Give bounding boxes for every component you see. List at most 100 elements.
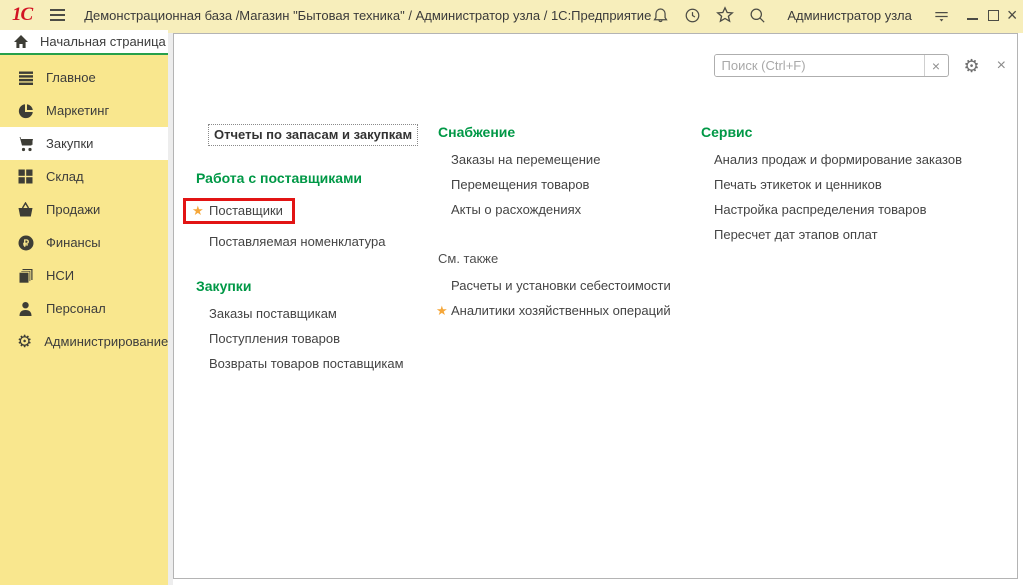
section-title-supply: Снабжение: [438, 124, 701, 140]
menu-link-label: Аналитики хозяйственных операций: [451, 303, 671, 318]
menu-link[interactable]: Заказы поставщикам: [196, 301, 438, 326]
minimize-button[interactable]: [967, 4, 978, 26]
sidebar-item-nsi[interactable]: НСИ: [0, 259, 168, 292]
app-window: 1С Демонстрационная база /Магазин "Бытов…: [0, 0, 1023, 585]
sidebar-item-warehouse[interactable]: Склад: [0, 160, 168, 193]
menu-link[interactable]: Заказы на перемещение: [438, 147, 701, 172]
sidebar-item-label: Персонал: [46, 301, 106, 316]
sidebar-item-purchases[interactable]: Закупки: [0, 127, 168, 160]
section-title-suppliers-work: Работа с поставщиками: [196, 170, 438, 186]
content-columns: Отчеты по запасам и закупкам Работа с пос…: [196, 124, 1005, 376]
favorite-star-icon: ★: [436, 303, 452, 318]
section-supply: Снабжение Заказы на перемещение Перемещени…: [438, 124, 701, 222]
menu-link[interactable]: Поступления товаров: [196, 326, 438, 351]
content-column-2: Снабжение Заказы на перемещение Перемещени…: [438, 124, 701, 376]
link-reports[interactable]: Отчеты по запасам и закупкам: [208, 124, 418, 146]
search-box: ×: [714, 54, 949, 77]
menu-link[interactable]: Пересчет дат этапов оплат: [701, 222, 1005, 247]
section-purchases: Закупки Заказы поставщикам Поступления тов…: [196, 278, 438, 376]
menu-link-label: Поступления товаров: [209, 331, 340, 346]
sidebar-item-administration[interactable]: ⚙ Администрирование: [0, 325, 168, 358]
menu-link-label: Поставляемая номенклатура: [209, 234, 385, 249]
search-clear-icon[interactable]: ×: [924, 55, 948, 76]
main-menu-icon[interactable]: [50, 9, 65, 21]
function-panel: × ⚙ × Отчеты по запасам и закупкам Работа…: [173, 33, 1018, 579]
search-input[interactable]: [715, 55, 924, 76]
close-window-button[interactable]: ×: [1007, 4, 1018, 26]
sidebar-item-main[interactable]: Главное: [0, 61, 168, 94]
titlebar: 1С Демонстрационная база /Магазин "Бытов…: [0, 0, 1023, 30]
main-area: × ⚙ × Отчеты по запасам и закупкам Работа…: [168, 30, 1023, 585]
ruble-circle-icon: ₽: [17, 234, 34, 251]
menu-link[interactable]: Печать этикеток и ценников: [701, 172, 1005, 197]
menu-link-label: Расчеты и установки себестоимости: [451, 278, 671, 293]
notifications-bell-icon[interactable]: [651, 5, 670, 25]
menu-link[interactable]: Акты о расхождениях: [438, 197, 701, 222]
svg-text:₽: ₽: [22, 238, 29, 249]
section-suppliers-work: Работа с поставщиками★ПоставщикиПоставля…: [196, 170, 438, 254]
menu-link-label: Пересчет дат этапов оплат: [714, 227, 878, 242]
sidebar-item-label: Финансы: [46, 235, 101, 250]
cart-icon: [17, 135, 34, 152]
sidebar-item-sales[interactable]: Продажи: [0, 193, 168, 226]
menu-link[interactable]: Поставляемая номенклатура: [196, 229, 438, 254]
menu-link[interactable]: ★Поставщики: [183, 193, 438, 229]
sidebar-item-personnel[interactable]: Персонал: [0, 292, 168, 325]
menu-lines-icon: [17, 69, 34, 86]
favorites-star-icon[interactable]: [715, 5, 735, 25]
sidebar-item-label: Маркетинг: [46, 103, 109, 118]
menu-link-label: Возвраты товаров поставщикам: [209, 356, 404, 371]
service-menu-icon[interactable]: [932, 5, 951, 25]
gear-icon: ⚙: [17, 333, 32, 350]
menu-link[interactable]: Анализ продаж и формирование заказов: [701, 147, 1005, 172]
menu-link-label: Акты о расхождениях: [451, 202, 581, 217]
section-title-see-also: См. также: [438, 251, 701, 266]
menu-link[interactable]: Расчеты и установки себестоимости: [438, 273, 701, 298]
stack-icon: [17, 267, 34, 284]
menu-link[interactable]: Настройка распределения товаров: [701, 197, 1005, 222]
section-title-service: Сервис: [701, 124, 1005, 140]
sidebar-item-label: Склад: [46, 169, 84, 184]
panel-settings-gear-icon[interactable]: ⚙: [964, 57, 980, 75]
basket-icon: [17, 201, 34, 218]
current-user-label: Администратор узла: [787, 8, 912, 23]
menu-link-label: Настройка распределения товаров: [714, 202, 926, 217]
1c-logo: 1С: [12, 4, 32, 26]
sidebar-item-label: НСИ: [46, 268, 74, 283]
sidebar-item-finance[interactable]: ₽ Финансы: [0, 226, 168, 259]
sidebar-item-label: Продажи: [46, 202, 100, 217]
content-column-1: Отчеты по запасам и закупкам Работа с пос…: [196, 124, 438, 376]
maximize-button[interactable]: [988, 4, 999, 26]
panel-close-icon[interactable]: ×: [997, 57, 1006, 75]
home-page-tab-label: Начальная страница: [40, 34, 166, 49]
menu-link[interactable]: Возвраты товаров поставщикам: [196, 351, 438, 376]
menu-link[interactable]: ★Аналитики хозяйственных операций: [438, 298, 701, 323]
grid-icon: [17, 168, 34, 185]
search-icon[interactable]: [748, 5, 767, 25]
highlight-box: ★Поставщики: [183, 198, 295, 224]
section-service: Сервис Анализ продаж и формирование заказ…: [701, 124, 1005, 247]
panel-toolbar: × ⚙ ×: [714, 54, 1006, 77]
favorite-star-icon: ★: [192, 203, 208, 218]
home-page-tab[interactable]: Начальная страница: [0, 30, 168, 55]
sidebar-nav: Главное Маркетинг Закупки Склад Продажи ₽ Фина…: [0, 55, 168, 358]
sidebar: Начальная страница Главное Маркетинг Закуп…: [0, 30, 168, 585]
history-icon[interactable]: [683, 5, 702, 25]
person-icon: [17, 300, 34, 317]
section-see-also: См. также Расчеты и установки себестоимос…: [438, 251, 701, 323]
home-icon: [13, 34, 29, 49]
menu-link-label: Перемещения товаров: [451, 177, 589, 192]
sidebar-item-label: Главное: [46, 70, 96, 85]
sidebar-item-label: Администрирование: [44, 334, 168, 349]
window-title: Демонстрационная база /Магазин "Бытовая …: [84, 8, 651, 23]
sidebar-item-label: Закупки: [46, 136, 93, 151]
menu-link-label: Заказы на перемещение: [451, 152, 600, 167]
section-title-purchases: Закупки: [196, 278, 438, 294]
menu-link-label: Поставщики: [209, 203, 283, 218]
menu-link-label: Печать этикеток и ценников: [714, 177, 882, 192]
content-column-3: Сервис Анализ продаж и формирование заказ…: [701, 124, 1005, 376]
sidebar-item-marketing[interactable]: Маркетинг: [0, 94, 168, 127]
pie-chart-icon: [17, 102, 34, 119]
menu-link-label: Заказы поставщикам: [209, 306, 337, 321]
menu-link[interactable]: Перемещения товаров: [438, 172, 701, 197]
